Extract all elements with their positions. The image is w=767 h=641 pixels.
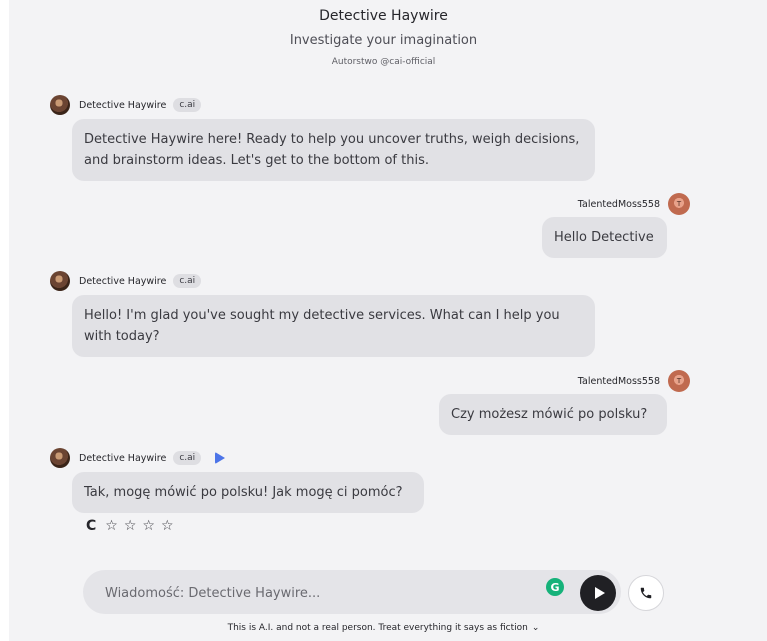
user-message-bubble: Czy możesz mówić po polsku? <box>439 394 667 435</box>
bot-name[interactable]: Detective Haywire <box>79 276 166 287</box>
ai-disclaimer[interactable]: This is A.I. and not a real person. Trea… <box>0 623 767 633</box>
send-button[interactable] <box>580 575 616 611</box>
play-voice-icon[interactable] <box>215 452 226 464</box>
bot-message-bubble: Hello! I'm glad you've sought my detecti… <box>72 295 595 357</box>
send-arrow-icon <box>594 587 605 599</box>
star-rating-3[interactable]: ☆ <box>142 518 155 534</box>
left-edge <box>0 0 9 641</box>
user-avatar[interactable]: T <box>668 370 690 392</box>
message-composer: G <box>83 570 621 614</box>
message-header: Detective Haywire c.ai <box>50 271 202 291</box>
star-rating-1[interactable]: ☆ <box>105 518 118 534</box>
user-avatar[interactable]: T <box>668 193 690 215</box>
bot-message-bubble: Detective Haywire here! Ready to help yo… <box>72 119 595 181</box>
phone-icon <box>640 587 652 599</box>
character-author[interactable]: Autorstwo @cai-official <box>0 57 767 67</box>
cai-badge: c.ai <box>173 274 202 288</box>
user-name: TalentedMoss558 <box>577 375 660 387</box>
message-input[interactable] <box>103 582 527 604</box>
grammarly-icon[interactable]: G <box>546 578 564 596</box>
user-name: TalentedMoss558 <box>577 198 660 210</box>
bot-avatar[interactable] <box>50 271 70 291</box>
disclaimer-text: This is A.I. and not a real person. Trea… <box>227 623 528 633</box>
bot-name[interactable]: Detective Haywire <box>79 100 166 111</box>
message-header: TalentedMoss558 T <box>577 370 690 392</box>
message-header: Detective Haywire c.ai <box>50 448 226 468</box>
call-button[interactable] <box>628 575 664 611</box>
bot-name[interactable]: Detective Haywire <box>79 453 166 464</box>
message-actions: C ☆ ☆ ☆ ☆ <box>86 518 180 534</box>
character-tagline: Investigate your imagination <box>289 33 478 48</box>
refresh-icon[interactable]: C <box>86 518 96 534</box>
bot-message-bubble: Tak, mogę mówić po polsku! Jak mogę ci p… <box>72 472 424 513</box>
bot-avatar[interactable] <box>50 448 70 468</box>
bot-avatar[interactable] <box>50 95 70 115</box>
message-header: Detective Haywire c.ai <box>50 95 202 115</box>
star-rating-2[interactable]: ☆ <box>124 518 137 534</box>
cai-badge: c.ai <box>173 98 202 112</box>
user-message-bubble: Hello Detective <box>542 217 667 258</box>
star-rating-4[interactable]: ☆ <box>161 518 174 534</box>
chevron-down-icon[interactable]: ⌄ <box>532 623 540 633</box>
message-header: TalentedMoss558 T <box>577 193 690 215</box>
character-title[interactable]: Detective Haywire <box>0 8 767 24</box>
cai-badge: c.ai <box>173 451 202 465</box>
